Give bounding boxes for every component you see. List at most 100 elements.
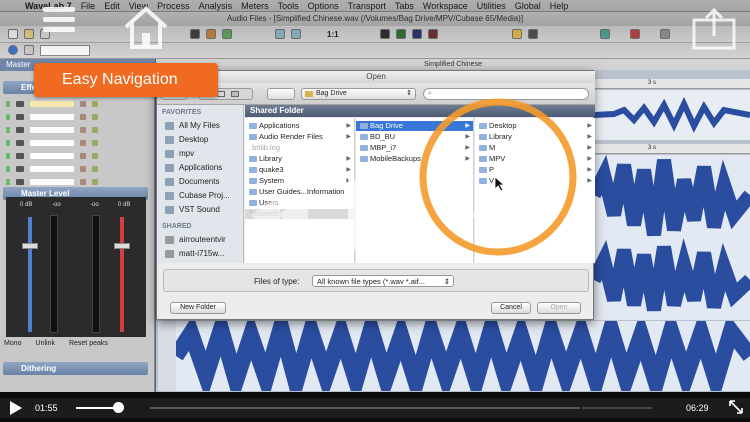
menu-tools[interactable]: Tools xyxy=(278,1,299,11)
left-fader-handle[interactable] xyxy=(22,243,38,249)
dithering-header[interactable]: Dithering xyxy=(3,362,148,375)
list-item[interactable]: .bttlib.log xyxy=(245,143,354,153)
location-label: Bag Drive xyxy=(316,90,347,97)
render-icon[interactable] xyxy=(190,29,200,39)
volume-fill xyxy=(76,407,114,409)
cancel-button[interactable]: Cancel xyxy=(491,302,531,314)
menu-utilities[interactable]: Utilities xyxy=(477,1,506,11)
sidebar-item-shared-computer[interactable]: matt-i715w... xyxy=(165,249,224,258)
stop-icon[interactable] xyxy=(630,29,640,39)
fullscreen-icon[interactable] xyxy=(728,399,744,415)
waveform-icon[interactable] xyxy=(660,29,670,39)
phase-icon[interactable] xyxy=(428,29,438,39)
chevron-right-icon: ▶ xyxy=(346,123,351,129)
sidebar-item-cubase-projects[interactable]: Cubase Proj... xyxy=(165,191,230,200)
rewind-icon[interactable] xyxy=(250,195,308,235)
menu-options[interactable]: Options xyxy=(308,1,339,11)
zoom-in-icon[interactable] xyxy=(275,29,285,39)
right-fader-track[interactable] xyxy=(120,217,124,332)
volume-knob[interactable] xyxy=(113,402,124,413)
sidebar-item-vst-sound[interactable]: VST Sound xyxy=(165,205,220,214)
share-icon[interactable] xyxy=(690,6,738,50)
settings-icon[interactable] xyxy=(512,29,522,39)
item-label: MBP_i7 xyxy=(370,143,397,152)
right-waveform[interactable] xyxy=(594,155,750,320)
menu-meters[interactable]: Meters xyxy=(241,1,269,11)
sidebar-item-documents[interactable]: Documents xyxy=(165,177,219,186)
effect-slot[interactable] xyxy=(6,177,146,186)
sidebar-item-desktop[interactable]: Desktop xyxy=(165,135,208,144)
mono-button[interactable]: Mono xyxy=(4,340,22,347)
menu-file[interactable]: File xyxy=(81,1,96,11)
menu-global[interactable]: Global xyxy=(515,1,541,11)
play-icon[interactable] xyxy=(348,175,410,255)
secondary-toolbar xyxy=(0,43,750,59)
zoom-out-icon[interactable] xyxy=(291,29,301,39)
arrange-button[interactable] xyxy=(267,88,295,100)
sidebar-item-shared-computer[interactable]: airrouteentvir xyxy=(165,235,226,244)
files-of-type-select[interactable]: All known file types (*.wav *.aif... ⇕ xyxy=(312,275,454,287)
effect-slot[interactable] xyxy=(6,112,146,121)
files-of-type-label: Files of type: xyxy=(254,277,300,286)
sidebar-item-mpv[interactable]: mpv xyxy=(165,149,194,158)
dialog-sidebar: FAVORITES All My Files Desktop mpv Appli… xyxy=(157,105,244,263)
unlink-button[interactable]: Unlink xyxy=(36,340,55,347)
effect-slot[interactable] xyxy=(6,138,146,147)
loop-icon[interactable] xyxy=(600,29,610,39)
new-folder-button[interactable]: New Folder xyxy=(170,302,226,314)
db-scale-label: -oo xyxy=(90,202,99,208)
effect-slot[interactable] xyxy=(6,164,146,173)
sidebar-item-applications[interactable]: Applications xyxy=(165,163,222,172)
ruler-label: 3 s xyxy=(648,80,657,86)
right-fader-handle[interactable] xyxy=(114,243,130,249)
chevron-right-icon: ▶ xyxy=(587,134,592,140)
list-item[interactable]: Library ▶ xyxy=(245,154,354,164)
menu-transport[interactable]: Transport xyxy=(348,1,386,11)
sidebar-item-label: Cubase Proj... xyxy=(179,191,230,200)
sidebar-item-label: airrouteentvir xyxy=(179,235,226,244)
effect-slot[interactable] xyxy=(6,99,146,108)
menu-workspace[interactable]: Workspace xyxy=(423,1,468,11)
reset-peaks-button[interactable]: Reset peaks xyxy=(69,340,108,347)
cursor-icon[interactable] xyxy=(528,29,538,39)
options-icon[interactable] xyxy=(24,45,34,55)
open-button[interactable]: Open xyxy=(537,302,581,314)
zoom-level[interactable]: 1:1 xyxy=(327,30,339,39)
db-scale-label: 0 dB xyxy=(118,202,131,208)
menu-tabs[interactable]: Tabs xyxy=(395,1,414,11)
menu-analysis[interactable]: Analysis xyxy=(199,1,233,11)
folder-icon xyxy=(165,205,174,214)
new-file-icon[interactable] xyxy=(8,29,18,39)
list-item[interactable]: Audio Render Files ▶ xyxy=(245,132,354,142)
folder-icon xyxy=(305,91,313,97)
open-folder-icon[interactable] xyxy=(24,29,34,39)
bottom-waveform[interactable] xyxy=(176,321,750,391)
menu-help[interactable]: Help xyxy=(550,1,569,11)
documents-icon xyxy=(165,177,174,186)
edit-icon[interactable] xyxy=(206,29,216,39)
left-level-meter xyxy=(50,215,58,333)
time-ruler[interactable]: 3 s xyxy=(594,79,750,89)
progress-track[interactable] xyxy=(150,407,580,409)
preset-dropdown[interactable] xyxy=(40,45,90,56)
upper-waveform[interactable] xyxy=(594,90,750,140)
sidebar-item-all-my-files[interactable]: All My Files xyxy=(165,121,220,130)
db-scale-label: -oo xyxy=(52,202,61,208)
tool-icon[interactable] xyxy=(222,29,232,39)
effect-slot[interactable] xyxy=(6,151,146,160)
player-play-icon[interactable] xyxy=(9,400,23,416)
spectrum-icon[interactable] xyxy=(396,29,406,39)
menu-edit[interactable]: Edit xyxy=(104,1,120,11)
left-fader-track[interactable] xyxy=(28,217,32,332)
location-popup[interactable]: Bag Drive ⇕ xyxy=(301,88,416,100)
home-icon[interactable] xyxy=(122,5,170,51)
db-scale-label: 0 dB xyxy=(20,202,33,208)
menu-icon[interactable] xyxy=(39,5,79,37)
effect-slot[interactable] xyxy=(6,125,146,134)
time-ruler[interactable]: 3 s xyxy=(594,144,750,154)
help-icon[interactable] xyxy=(8,45,18,55)
meter-icon[interactable] xyxy=(380,29,390,39)
progress-buffer xyxy=(582,407,652,409)
scope-icon[interactable] xyxy=(412,29,422,39)
list-item[interactable]: Applications ▶ xyxy=(245,121,354,131)
